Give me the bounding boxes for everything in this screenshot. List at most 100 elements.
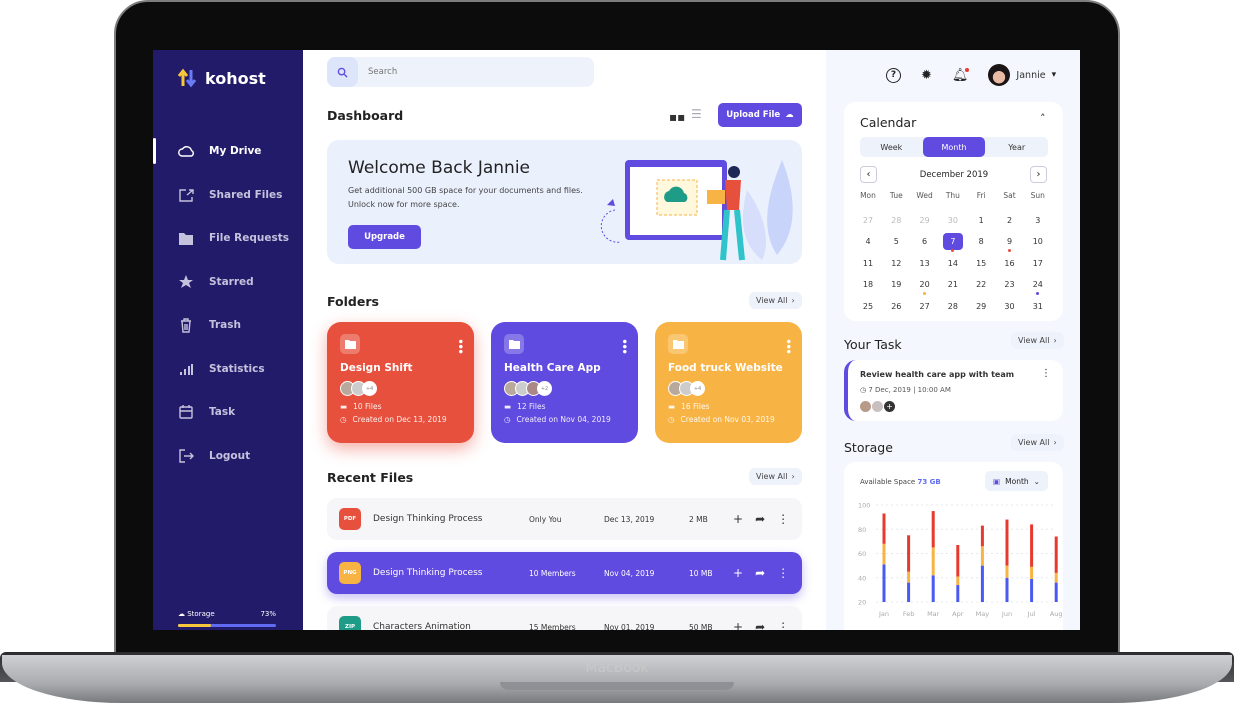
- sidebar-item-logout[interactable]: Logout: [177, 447, 250, 465]
- calendar-day[interactable]: 31: [1028, 302, 1048, 311]
- sidebar-item-starred[interactable]: Starred: [177, 273, 254, 291]
- more-options-icon[interactable]: ⋮: [777, 512, 789, 526]
- more-options-icon[interactable]: ⋮: [777, 620, 789, 630]
- calendar-day[interactable]: 17: [1028, 259, 1048, 268]
- storage-progress: [178, 624, 276, 627]
- search-icon[interactable]: [327, 57, 358, 87]
- calendar-day[interactable]: 14: [943, 259, 963, 268]
- more-options-icon[interactable]: •••: [617, 338, 631, 353]
- calendar-day[interactable]: 21: [943, 280, 963, 289]
- folder-created-date: ◷ Created on Nov 04, 2019: [504, 415, 611, 424]
- calendar-day[interactable]: 25: [858, 302, 878, 311]
- prev-month-button[interactable]: ‹: [860, 166, 877, 183]
- file-row[interactable]: ZIP Characters Animation 15 Members Nov …: [327, 606, 802, 630]
- bar-segment: [980, 565, 984, 602]
- add-icon[interactable]: +: [733, 512, 743, 526]
- add-icon[interactable]: +: [733, 620, 743, 630]
- device-label: MacBook: [585, 660, 649, 676]
- right-panel: ? ✹ 🔔︎ Jannie ▾ Calendar ˄ Week Month Year …: [826, 50, 1080, 630]
- sidebar-item-trash[interactable]: Trash: [177, 316, 241, 334]
- task-card[interactable]: Review health care app with team ⋮ ◷ 7 D…: [844, 360, 1063, 421]
- file-row[interactable]: PNG Design Thinking Process 10 Members N…: [327, 552, 802, 594]
- sidebar-item-task[interactable]: Task: [177, 403, 235, 421]
- sidebar-item-label: Trash: [209, 319, 241, 331]
- calendar-day[interactable]: 27: [858, 216, 878, 225]
- folder-card[interactable]: ••• Design Shift +4 ▬ 10 Files ◷ Created…: [327, 322, 474, 443]
- calendar-day[interactable]: 18: [858, 280, 878, 289]
- folder-card[interactable]: ••• Health Care App +2 ▬ 12 Files ◷ Crea…: [491, 322, 638, 443]
- calendar-day[interactable]: 8: [971, 237, 991, 246]
- calendar-day[interactable]: 19: [886, 280, 906, 289]
- sidebar-item-file-requests[interactable]: File Requests: [177, 229, 289, 247]
- folders-view-all-button[interactable]: View All ›: [749, 292, 802, 309]
- list-view-icon[interactable]: ☰: [691, 107, 702, 121]
- more-options-icon[interactable]: ⋮: [1041, 368, 1051, 379]
- calendar-day[interactable]: 11: [858, 259, 878, 268]
- calendar-day[interactable]: 20: [915, 280, 935, 289]
- collapse-icon[interactable]: ˄: [1040, 112, 1046, 125]
- calendar-day[interactable]: 7: [942, 233, 963, 251]
- more-options-icon[interactable]: •••: [453, 338, 467, 353]
- calendar-day[interactable]: 30: [943, 216, 963, 225]
- bar-segment: [1030, 566, 1034, 579]
- recent-view-all-button[interactable]: View All ›: [749, 468, 802, 485]
- calendar-day[interactable]: 3: [1028, 216, 1048, 225]
- help-icon[interactable]: ?: [886, 67, 901, 83]
- bar-segment: [1005, 519, 1009, 566]
- calendar-day[interactable]: 16: [1000, 259, 1020, 268]
- calendar-day[interactable]: 15: [971, 259, 991, 268]
- calendar-day[interactable]: 23: [1000, 280, 1020, 289]
- grid-view-icon[interactable]: ▪▪: [669, 110, 685, 124]
- more-options-icon[interactable]: •••: [781, 338, 795, 353]
- sidebar-item-my-drive[interactable]: My Drive: [177, 142, 261, 160]
- bar-segment: [882, 543, 886, 565]
- tab-week[interactable]: Week: [860, 137, 923, 157]
- user-menu[interactable]: Jannie ▾: [988, 64, 1056, 86]
- calendar-day[interactable]: 6: [915, 237, 935, 246]
- calendar-day[interactable]: 27: [915, 302, 935, 311]
- calendar-day[interactable]: 9: [1000, 237, 1020, 246]
- calendar-day[interactable]: 13: [915, 259, 935, 268]
- sidebar-item-label: Logout: [209, 449, 251, 462]
- more-options-icon[interactable]: ⋮: [777, 566, 789, 580]
- calendar-day[interactable]: 28: [943, 302, 963, 311]
- search-input[interactable]: [368, 67, 568, 77]
- file-row[interactable]: PDF Design Thinking Process Only You Dec…: [327, 498, 802, 540]
- calendar-day[interactable]: 30: [1000, 302, 1020, 311]
- calendar-day[interactable]: 29: [915, 216, 935, 225]
- add-icon[interactable]: +: [733, 566, 743, 580]
- share-arrow-icon[interactable]: ➦: [755, 512, 765, 526]
- file-sharing: Only You: [529, 514, 562, 524]
- upload-file-button[interactable]: Upload File ☁: [718, 103, 802, 127]
- task-assignees: +: [860, 401, 895, 412]
- calendar-day[interactable]: 5: [886, 237, 906, 246]
- y-tick-label: 100: [858, 502, 870, 510]
- cloud-upload-icon: ☁: [785, 110, 794, 120]
- calendar-day[interactable]: 24: [1028, 280, 1048, 289]
- notification-bell-icon[interactable]: 🔔︎: [952, 67, 970, 83]
- sidebar-item-shared-files[interactable]: Shared Files: [177, 186, 282, 204]
- calendar-day[interactable]: 10: [1028, 237, 1048, 246]
- calendar-day[interactable]: 22: [971, 280, 991, 289]
- task-title: Your Task: [844, 337, 902, 352]
- calendar-day[interactable]: 4: [858, 237, 878, 246]
- sidebar-item-statistics[interactable]: Statistics: [177, 360, 265, 378]
- tab-month[interactable]: Month: [922, 137, 986, 157]
- calendar-card: Calendar ˄ Week Month Year ‹ › December 20…: [844, 102, 1063, 321]
- share-arrow-icon[interactable]: ➦: [755, 620, 765, 630]
- calendar-day[interactable]: 2: [1000, 216, 1020, 225]
- settings-icon[interactable]: ✹: [921, 68, 932, 83]
- task-view-all-button[interactable]: View All ›: [1011, 332, 1064, 349]
- calendar-day[interactable]: 28: [886, 216, 906, 225]
- calendar-day[interactable]: 26: [886, 302, 906, 311]
- sidebar-item-label: Statistics: [209, 362, 265, 375]
- folder-card[interactable]: ••• Food truck Website +4 ▬ 16 Files ◷ C…: [655, 322, 802, 443]
- storage-view-all-button[interactable]: View All ›: [1011, 434, 1064, 451]
- calendar-day[interactable]: 12: [886, 259, 906, 268]
- share-arrow-icon[interactable]: ➦: [755, 566, 765, 580]
- tab-year[interactable]: Year: [985, 137, 1048, 157]
- upgrade-button[interactable]: Upgrade: [348, 225, 421, 249]
- next-month-button[interactable]: ›: [1030, 166, 1047, 183]
- calendar-day[interactable]: 29: [971, 302, 991, 311]
- calendar-day[interactable]: 1: [971, 216, 991, 225]
